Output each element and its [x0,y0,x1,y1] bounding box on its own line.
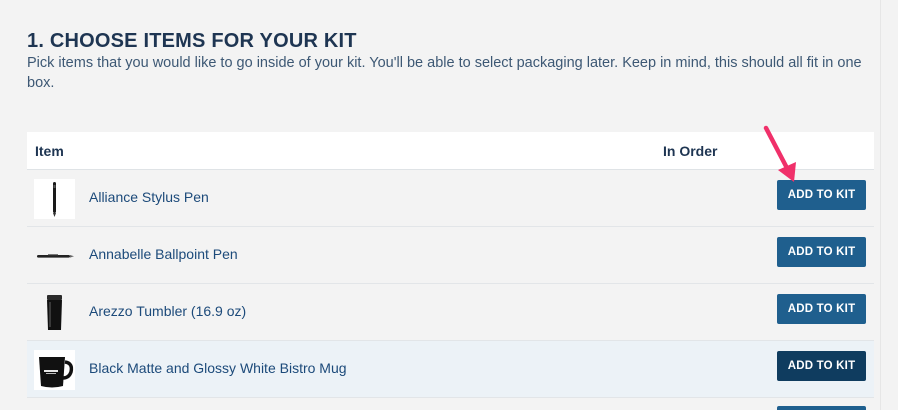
annotation-arrow-icon [763,125,796,182]
table-row: Black Matte and Glossy White Bistro Mug … [27,341,874,398]
table-row [27,398,874,410]
scrollbar[interactable] [880,0,898,410]
table-header: Item In Order [27,132,874,170]
table-row: Alliance Stylus Pen ADD TO KIT [27,170,874,227]
item-name[interactable]: Alliance Stylus Pen [89,189,209,205]
add-to-kit-button[interactable]: ADD TO KIT [777,237,866,267]
add-to-kit-button[interactable]: ADD TO KIT [777,351,866,381]
table-row: Arezzo Tumbler (16.9 oz) ADD TO KIT [27,284,874,341]
add-to-kit-button[interactable]: ADD TO KIT [777,294,866,324]
item-name[interactable]: Annabelle Ballpoint Pen [89,246,238,262]
column-header-in-order: In Order [663,143,718,159]
add-to-kit-button[interactable] [777,406,866,410]
mug-icon [34,350,75,390]
tumbler-icon [34,293,75,333]
items-table: Item In Order Alliance Stylus Pen ADD TO… [27,132,874,410]
item-name[interactable]: Black Matte and Glossy White Bistro Mug [89,360,347,376]
section-description: Pick items that you would like to go ins… [27,55,862,91]
stylus-pen-icon [34,179,75,219]
item-name[interactable]: Arezzo Tumbler (16.9 oz) [89,303,246,319]
table-row: Annabelle Ballpoint Pen ADD TO KIT [27,227,874,284]
column-header-item: Item [35,143,64,159]
section-title: 1. CHOOSE ITEMS FOR YOUR KIT [27,30,357,52]
ballpoint-pen-icon [34,236,75,276]
